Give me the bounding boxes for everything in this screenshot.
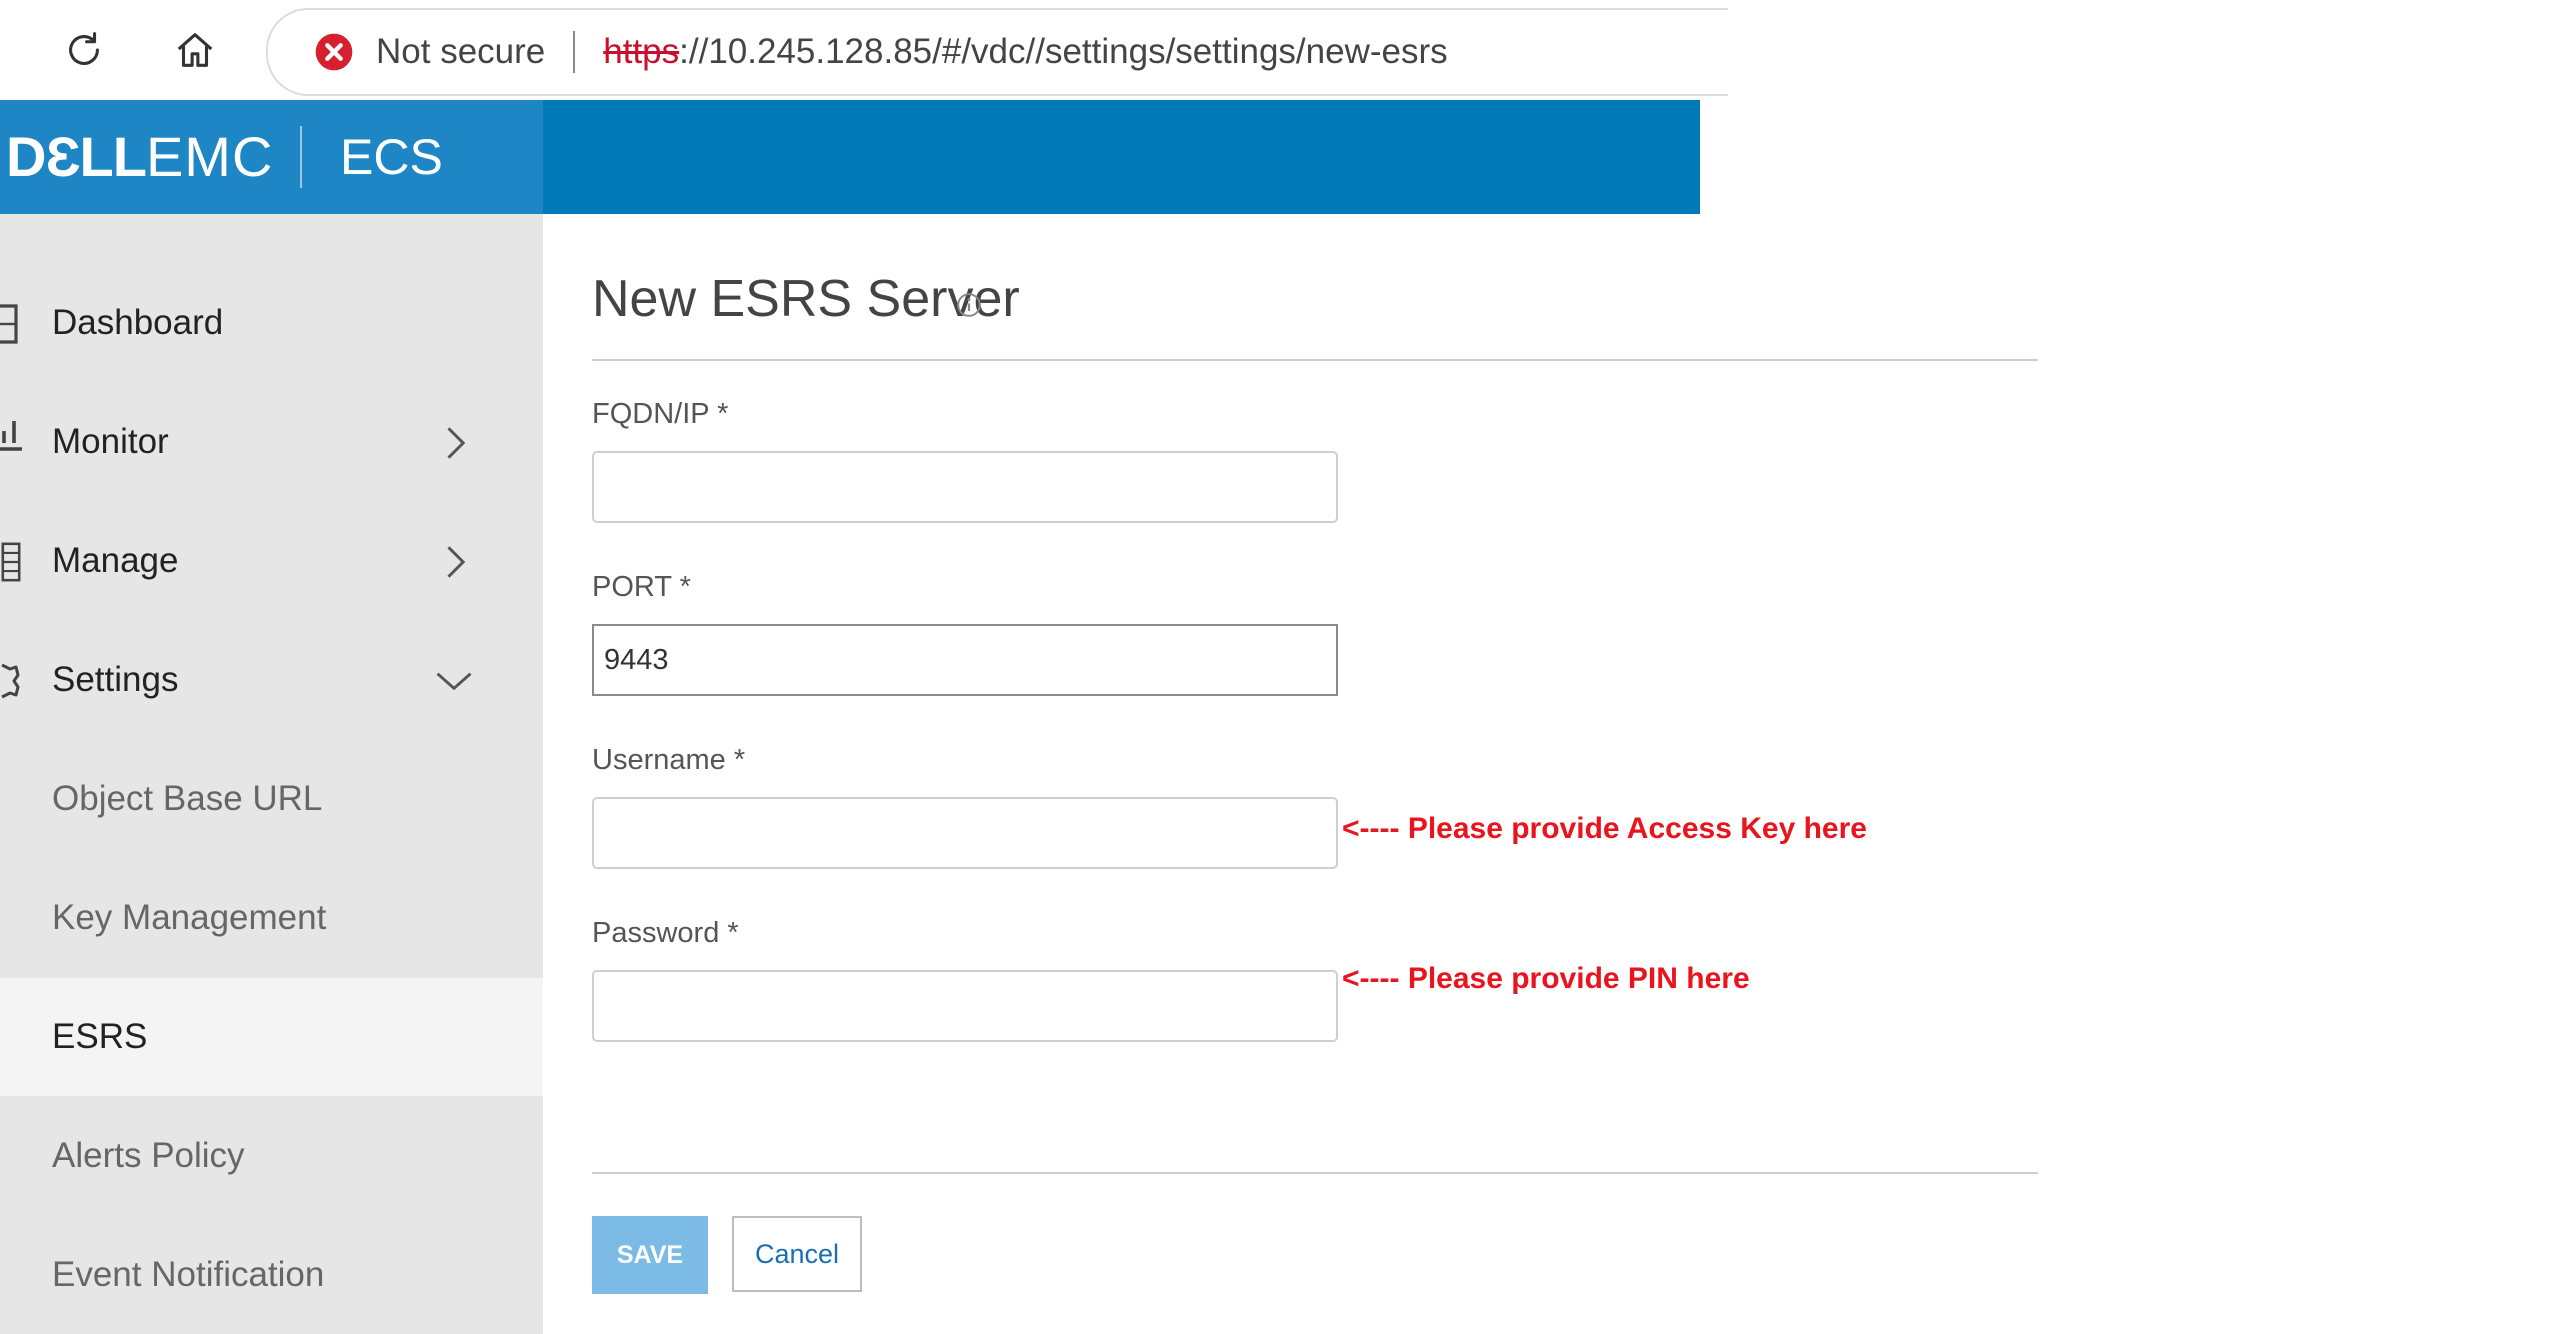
app-header: DƐLLEMC ECS bbox=[0, 100, 1700, 214]
port-label: PORT * bbox=[592, 571, 691, 603]
cancel-button[interactable]: Cancel bbox=[732, 1216, 862, 1292]
product-name: ECS bbox=[340, 129, 443, 185]
sidebar-item-label: Alerts Policy bbox=[52, 1136, 245, 1175]
sidebar: Dashboard Monitor Manage Settings Object… bbox=[0, 214, 543, 1334]
sidebar-item-label: Key Management bbox=[52, 898, 327, 937]
sidebar-item-dashboard[interactable]: Dashboard bbox=[0, 264, 543, 382]
not-secure-icon[interactable] bbox=[314, 32, 354, 72]
sidebar-item-label: Dashboard bbox=[52, 303, 224, 342]
home-button[interactable] bbox=[167, 22, 223, 78]
sidebar-item-label: ESRS bbox=[52, 1017, 148, 1056]
chevron-right-icon bbox=[447, 427, 466, 459]
sidebar-item-label: Object Base URL bbox=[52, 779, 323, 818]
home-icon bbox=[177, 33, 213, 67]
username-hint: <---- Please provide Access Key here bbox=[1342, 812, 1867, 845]
sidebar-item-monitor[interactable]: Monitor bbox=[0, 383, 543, 501]
info-icon[interactable] bbox=[956, 292, 982, 318]
fqdn-label: FQDN/IP * bbox=[592, 398, 729, 430]
password-label: Password * bbox=[592, 917, 739, 949]
sidebar-item-manage[interactable]: Manage bbox=[0, 502, 543, 620]
logo-dell: DƐLL bbox=[6, 125, 147, 188]
sidebar-item-object-base-url[interactable]: Object Base URL bbox=[0, 740, 543, 858]
url-path: ://10.245.128.85/#/vdc//settings/setting… bbox=[679, 32, 1448, 71]
sidebar-item-label: Monitor bbox=[52, 422, 169, 461]
fqdn-input[interactable] bbox=[592, 451, 1338, 523]
port-input[interactable] bbox=[592, 624, 1338, 696]
brand-area: DƐLLEMC ECS bbox=[0, 100, 543, 214]
settings-icon bbox=[1, 663, 20, 699]
reload-icon bbox=[69, 32, 99, 65]
sidebar-item-alerts-policy[interactable]: Alerts Policy bbox=[0, 1097, 543, 1215]
address-divider bbox=[573, 31, 576, 73]
dashboard-icon bbox=[0, 304, 18, 344]
url-scheme: https bbox=[603, 32, 680, 71]
chevron-right-icon bbox=[447, 546, 466, 578]
sidebar-item-label: Event Notification bbox=[52, 1255, 325, 1294]
title-divider bbox=[592, 359, 2038, 361]
sidebar-item-label: Manage bbox=[52, 541, 179, 580]
sidebar-item-key-management[interactable]: Key Management bbox=[0, 859, 543, 977]
sidebar-item-settings[interactable]: Settings bbox=[0, 621, 543, 739]
username-label: Username * bbox=[592, 744, 746, 776]
logo-emc: EMC bbox=[145, 125, 274, 188]
dell-emc-logo[interactable]: DƐLLEMC bbox=[6, 128, 273, 186]
sidebar-item-label: Settings bbox=[52, 660, 179, 699]
sidebar-item-esrs[interactable]: ESRS bbox=[0, 978, 543, 1096]
sidebar-item-event-notification[interactable]: Event Notification bbox=[0, 1216, 543, 1334]
brand-divider bbox=[300, 126, 302, 188]
chevron-down-icon bbox=[436, 672, 472, 691]
form-divider bbox=[592, 1172, 2038, 1174]
reload-button[interactable] bbox=[56, 22, 112, 78]
manage-icon bbox=[1, 542, 21, 582]
username-input[interactable] bbox=[592, 797, 1338, 869]
address-bar[interactable]: Not secure https://10.245.128.85/#/vdc//… bbox=[266, 8, 1728, 96]
url-text[interactable]: https://10.245.128.85/#/vdc//settings/se… bbox=[603, 32, 1447, 72]
save-button[interactable]: SAVE bbox=[592, 1216, 708, 1294]
password-input[interactable] bbox=[592, 970, 1338, 1042]
security-status-text[interactable]: Not secure bbox=[376, 32, 545, 72]
browser-toolbar: Not secure https://10.245.128.85/#/vdc//… bbox=[0, 0, 1728, 102]
monitor-icon bbox=[0, 421, 22, 451]
password-hint: <---- Please provide PIN here bbox=[1342, 962, 1750, 995]
